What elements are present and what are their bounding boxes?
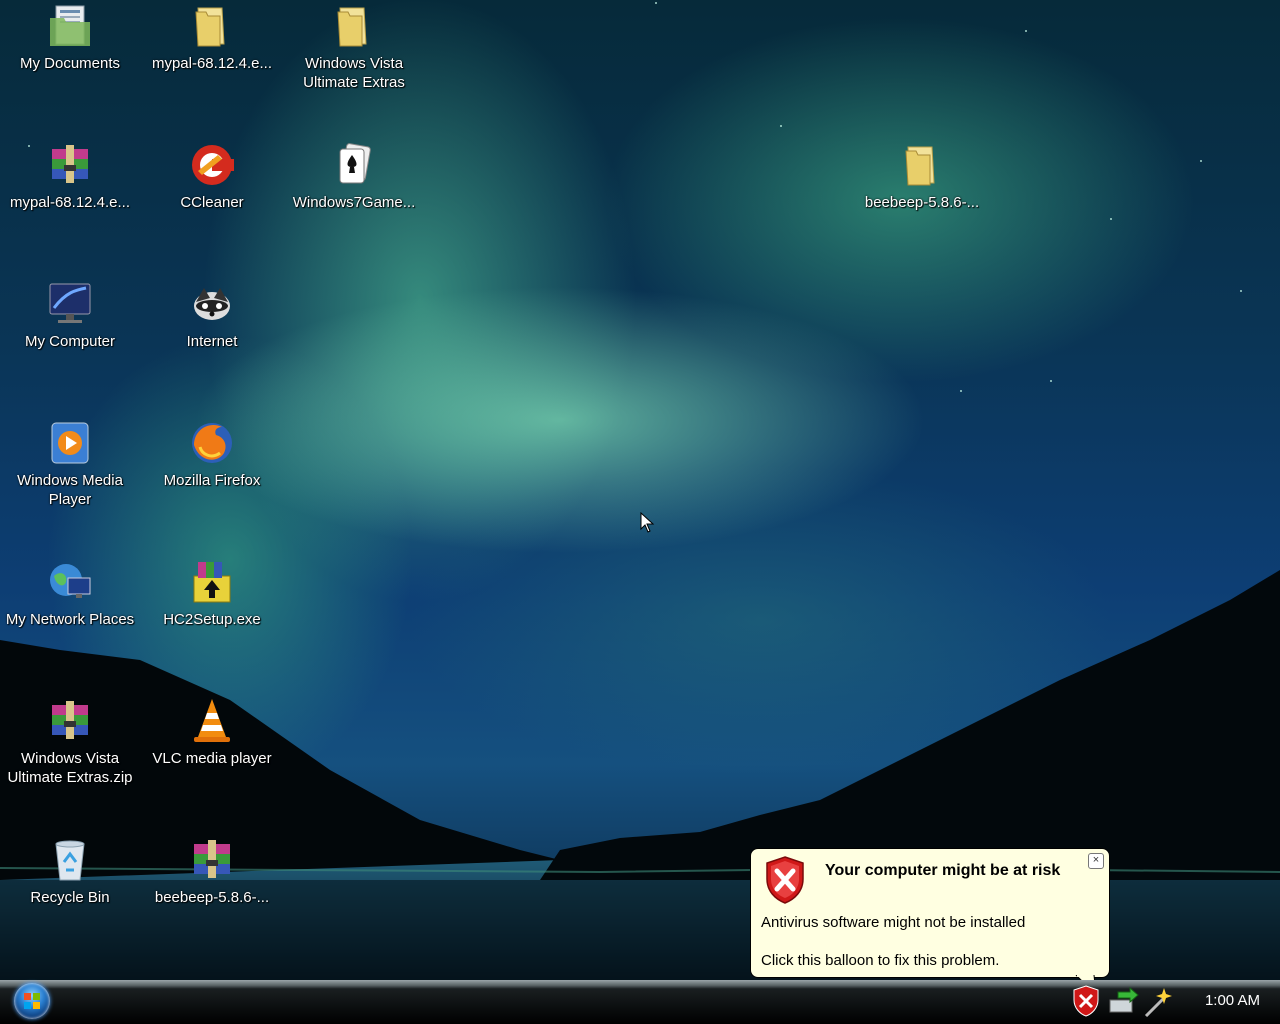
icon-label: beebeep-5.8.6-...	[154, 889, 270, 906]
desktop-icon-ccleaner[interactable]: CCleaner	[142, 141, 282, 212]
mouse-cursor-icon	[640, 512, 655, 533]
taskbar: 1:00 AM	[0, 980, 1280, 1024]
icon-label: mypal-68.12.4.e...	[151, 55, 273, 72]
winrar-archive-icon	[52, 145, 88, 183]
icon-label: CCleaner	[180, 194, 244, 211]
security-shield-icon	[766, 856, 804, 904]
desktop-icon-beebeep-folder[interactable]: beebeep-5.8.6-...	[852, 141, 992, 212]
balloon-action-text[interactable]: Click this balloon to fix this problem.	[761, 952, 999, 969]
desktop-icon-mozilla-firefox[interactable]: Mozilla Firefox	[142, 419, 282, 490]
star	[655, 2, 657, 4]
network-icon[interactable]	[1106, 986, 1140, 1016]
security-shield-icon[interactable]	[1070, 984, 1102, 1018]
system-tray: 1:00 AM	[1070, 980, 1280, 1024]
desktop-icon-recycle-bin[interactable]: Recycle Bin	[0, 836, 140, 907]
desktop-icon-mypal-folder[interactable]: mypal-68.12.4.e...	[142, 2, 282, 73]
icon-label: Windows Vista Ultimate Extras	[303, 55, 405, 91]
firefox-icon	[192, 423, 232, 463]
vlc-cone-icon	[194, 699, 230, 742]
balloon-title: Your computer might be at risk	[825, 862, 1061, 879]
icon-label: Mozilla Firefox	[163, 472, 261, 489]
balloon-close-button[interactable]: ×	[1088, 853, 1104, 869]
desktop-icon-vlc[interactable]: VLC media player	[142, 697, 282, 768]
raccoon-browser-icon	[194, 288, 230, 320]
icon-label: My Computer	[24, 333, 116, 350]
documents-folder-icon	[50, 5, 90, 46]
solitaire-games-icon	[339, 143, 371, 184]
icon-label: Recycle Bin	[30, 889, 110, 906]
star	[960, 390, 962, 392]
network-globe-icon	[50, 564, 91, 598]
icon-label: Windows Media Player	[17, 472, 123, 508]
icon-label: VLC media player	[152, 750, 272, 767]
wand-icon[interactable]	[1142, 984, 1176, 1018]
icon-label: mypal-68.12.4.e...	[9, 194, 131, 211]
security-alert-balloon[interactable]: Your computer might be at risk × Antivir…	[750, 848, 1110, 978]
ccleaner-icon	[192, 145, 234, 185]
start-button[interactable]	[14, 983, 50, 1019]
media-player-icon	[51, 422, 89, 464]
desktop-icon-internet[interactable]: Internet	[142, 280, 282, 351]
icon-label: Windows Vista Ultimate Extras.zip	[7, 750, 133, 786]
desktop-icon-vista-extras-zip[interactable]: Windows Vista Ultimate Extras.zip	[0, 697, 140, 787]
star	[1110, 218, 1112, 220]
desktop-icon-beebeep-archive[interactable]: beebeep-5.8.6-...	[142, 836, 282, 907]
recycle-bin-icon	[55, 840, 85, 881]
star	[1025, 30, 1027, 32]
desktop-icon-my-documents[interactable]: My Documents	[0, 2, 140, 73]
windows-logo-icon	[24, 993, 40, 1009]
star	[1200, 160, 1202, 162]
desktop-icon-windows-media-player[interactable]: Windows Media Player	[0, 419, 140, 509]
icon-label: My Documents	[19, 55, 121, 72]
taskbar-clock[interactable]: 1:00 AM	[1205, 992, 1260, 1009]
star	[1240, 290, 1242, 292]
installer-box-icon	[193, 562, 231, 603]
desktop-icon-hc2setup[interactable]: HC2Setup.exe	[142, 558, 282, 629]
desktop-icon-my-computer[interactable]: My Computer	[0, 280, 140, 351]
star	[1050, 380, 1052, 382]
desktop-icon-windows7games[interactable]: Windows7Game...	[284, 141, 424, 212]
winrar-archive-icon	[194, 840, 230, 878]
icon-label: My Network Places	[5, 611, 135, 628]
folder-icon	[337, 7, 367, 47]
desktop-icon-vista-extras-folder[interactable]: Windows Vista Ultimate Extras	[284, 2, 424, 92]
balloon-message: Antivirus software might not be installe…	[761, 914, 1026, 931]
folder-icon	[195, 7, 225, 47]
star	[780, 125, 782, 127]
icon-label: Windows7Game...	[292, 194, 416, 211]
icon-label: beebeep-5.8.6-...	[864, 194, 980, 211]
desktop-icon-my-network-places[interactable]: My Network Places	[0, 558, 140, 629]
desktop[interactable]: My Documents mypal-68.12.4.e... My Compu…	[0, 0, 1280, 980]
icon-label: Internet	[186, 333, 238, 350]
icon-label: HC2Setup.exe	[163, 611, 261, 628]
desktop-icon-mypal-archive[interactable]: mypal-68.12.4.e...	[0, 141, 140, 212]
winrar-archive-icon	[52, 701, 88, 739]
computer-monitor-icon	[49, 283, 91, 323]
folder-icon	[905, 146, 935, 186]
